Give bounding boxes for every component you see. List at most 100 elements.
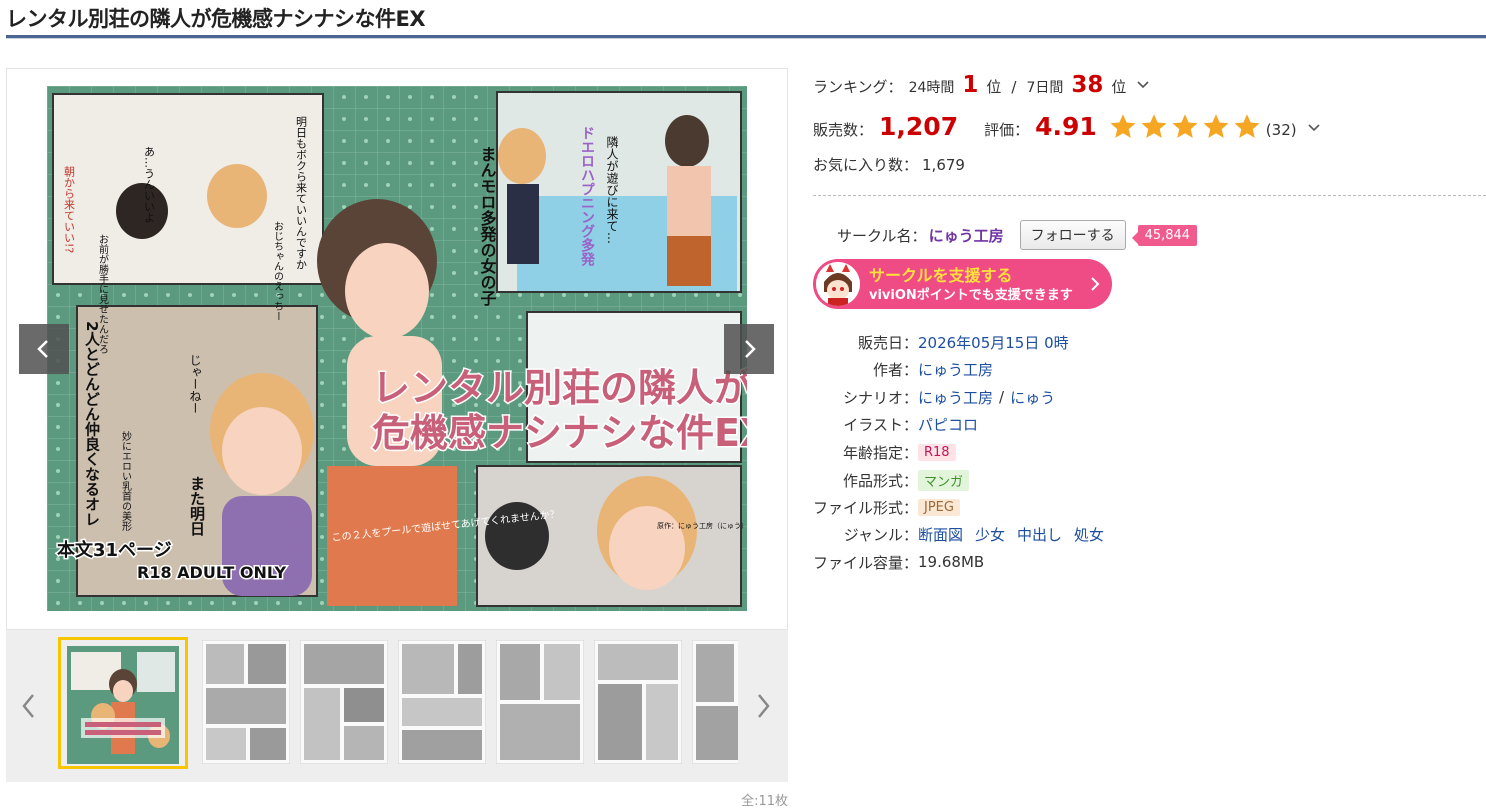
spec-genre: ジャンル： 断面図 少女 中出し 処女 — [813, 523, 1486, 545]
sales-label: 販売数： — [813, 121, 874, 139]
chevron-down-icon[interactable] — [1307, 121, 1321, 135]
age-rating-tag[interactable]: R18 — [918, 443, 956, 461]
spec-label: イラスト： — [843, 415, 918, 434]
illustrator-link[interactable]: パピコロ — [918, 414, 978, 435]
thumbnail-image — [593, 639, 683, 765]
thumbnail-next-button[interactable] — [750, 688, 776, 724]
spec-work-format: 作品形式： マンガ — [813, 469, 1486, 491]
follow-button[interactable]: フォローする — [1019, 220, 1126, 250]
rating-count: (32) — [1265, 121, 1297, 139]
spec-label: ジャンル： — [843, 525, 918, 544]
thumbnail-image — [397, 639, 487, 765]
spec-label: 作者： — [872, 360, 918, 379]
cover-credit: 原作：にゅう工房（にゅう） 作画：パピコロ — [657, 521, 747, 530]
cover-pages: 本文31ページ — [57, 539, 172, 561]
product-gallery: レンタル別荘の隣人が 危機感ナシナシな件EX 本文31ページ R18 ADULT… — [6, 68, 788, 630]
spec-author: 作者： にゅう工房 — [813, 358, 1486, 380]
thumbnail-image — [495, 639, 585, 765]
cover-tagline: まんモロ多発の女の子 — [478, 146, 498, 307]
spec-label: 作品形式： — [842, 471, 918, 490]
circle-label: サークル名： — [837, 226, 927, 245]
work-format-tag[interactable]: マンガ — [918, 469, 970, 491]
spec-label: シナリオ： — [842, 388, 918, 407]
favorites-row: お気に入り数： 1,679 — [813, 154, 965, 175]
sales-rating-row: 販売数： 1,207 評価： 4.91 (32) — [813, 112, 1321, 142]
follower-count-badge: 45,844 — [1131, 224, 1198, 246]
image-count: 全:11枚 — [741, 794, 788, 809]
scenario-link[interactable]: にゅう工房 — [918, 387, 993, 408]
cover-bubble-1: また明日 — [188, 476, 206, 537]
scenario-link[interactable]: にゅう — [1010, 387, 1055, 408]
prev-image-button[interactable] — [19, 324, 69, 374]
spec-label: 年齢指定： — [842, 443, 918, 462]
ranking-24h-value: 1 — [962, 72, 979, 98]
cover-bubble-5: 明日もボクら来ていいんですか — [295, 116, 308, 270]
chevron-left-icon — [37, 340, 48, 358]
rating-value: 4.91 — [1035, 112, 1097, 141]
thumbnail-image — [299, 639, 389, 765]
star-icon — [1234, 114, 1260, 138]
genre-link[interactable]: 中出し — [1017, 524, 1062, 545]
release-date-link[interactable]: 2026年05月15日 0時 — [918, 332, 1069, 353]
page-title: レンタル別荘の隣人が危機感ナシナシな件EX — [6, 7, 426, 31]
file-format-tag[interactable]: JPEG — [918, 498, 960, 516]
thumbnail-image — [67, 646, 179, 764]
thumbnail-strip — [6, 630, 788, 782]
chevron-down-icon[interactable] — [1136, 78, 1150, 92]
favorites-label: お気に入り数： — [813, 156, 919, 174]
cover-bubble-7: 朝から来ていい!? — [63, 166, 76, 254]
star-icon — [1172, 114, 1198, 138]
next-image-button[interactable] — [724, 324, 774, 374]
spec-illustration: イラスト： パピコロ — [813, 413, 1486, 435]
genre-link[interactable]: 断面図 — [918, 524, 963, 545]
ranking-row: ランキング： 24時間 1 位 / 7日間 38 位 — [813, 72, 1150, 98]
spec-file-size: ファイル容量： 19.68MB — [813, 551, 1486, 573]
ranking-7d-value: 38 — [1071, 72, 1104, 98]
chevron-right-icon — [1091, 277, 1100, 291]
cover-illustration: レンタル別荘の隣人が 危機感ナシナシな件EX 本文31ページ R18 ADULT… — [47, 86, 747, 611]
cover-title-line-2: 危機感ナシナシな件EX — [372, 411, 747, 455]
ranking-unit: 位 — [986, 78, 1002, 96]
favorites-value: 1,679 — [922, 156, 965, 174]
support-sub-label: viviONポイントでも支援できます — [869, 288, 1073, 303]
cover-title-line-1: レンタル別荘の隣人が — [372, 366, 747, 410]
support-circle-button[interactable]: サークルを支援する viviONポイントでも支援できます — [813, 259, 1112, 309]
chevron-right-icon — [758, 694, 770, 718]
thumbnail-prev-button[interactable] — [16, 688, 42, 724]
spec-scenario: シナリオ： にゅう工房 / にゅう — [813, 386, 1486, 408]
support-main-label: サークルを支援する — [869, 266, 1013, 285]
spec-label: 販売日： — [857, 333, 918, 352]
star-icon — [1141, 114, 1167, 138]
file-size-value: 19.68MB — [918, 553, 985, 571]
cover-bubble-3: じゃーねー — [188, 354, 202, 414]
scenario-separator: / — [999, 388, 1005, 406]
cover-bubble-4: 隣人が遊びに来て… — [605, 135, 619, 244]
thumbnail-list — [58, 637, 738, 769]
circle-mascot-avatar — [816, 262, 860, 306]
thumbnail-item[interactable] — [58, 637, 188, 769]
spec-release-date: 販売日： 2026年05月15日 0時 — [813, 331, 1486, 353]
chevron-right-icon — [745, 340, 756, 358]
spec-label: ファイル容量： — [813, 553, 919, 572]
spec-label: ファイル形式： — [813, 498, 919, 517]
author-link[interactable]: にゅう工房 — [918, 359, 993, 380]
title-bar: レンタル別荘の隣人が危機感ナシナシな件EX — [6, 0, 1486, 44]
spec-age-rating: 年齢指定： R18 — [813, 441, 1486, 463]
star-icon — [1203, 114, 1229, 138]
thumbnail-image — [201, 639, 291, 765]
genre-link[interactable]: 少女 — [975, 524, 1005, 545]
spec-file-format: ファイル形式： JPEG — [813, 496, 1486, 518]
rating-label: 評価： — [984, 121, 1030, 139]
ranking-label: ランキング： — [813, 78, 903, 96]
cover-bubble-6: あ…うんいいよ — [143, 146, 156, 223]
circle-name-link[interactable]: にゅう工房 — [929, 225, 1004, 246]
main-cover-image[interactable]: レンタル別荘の隣人が 危機感ナシナシな件EX 本文31ページ R18 ADULT… — [47, 86, 747, 611]
cover-bubble-8: お前が勝手に見せたんだろ — [97, 234, 109, 354]
chevron-left-icon — [22, 694, 34, 718]
ranking-separator: / — [1011, 78, 1017, 96]
ranking-unit: 位 — [1111, 78, 1127, 96]
star-icon — [1110, 114, 1136, 138]
thumbnail-item[interactable] — [684, 637, 738, 769]
genre-link[interactable]: 処女 — [1074, 524, 1104, 545]
cover-bubble-9: おじちゃんのえっちー — [272, 221, 284, 321]
